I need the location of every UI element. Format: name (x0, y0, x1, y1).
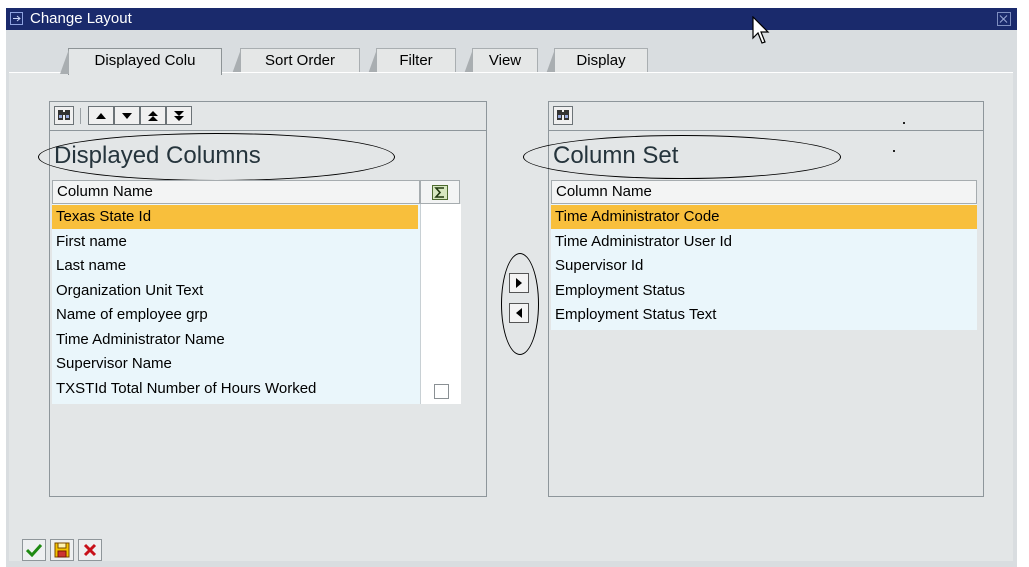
tab-content: Displayed Columns Column Name Texas Stat… (9, 72, 1013, 561)
displayed-columns-table: Column Name Texas State Id First name La… (52, 180, 461, 404)
tab-label: Filter (399, 52, 433, 69)
table-row[interactable]: Supervisor Name (52, 352, 418, 376)
table-row[interactable]: Employment Status (551, 279, 977, 303)
total-checkbox[interactable] (434, 384, 449, 399)
window-title: Change Layout (30, 10, 132, 27)
table-row[interactable]: Texas State Id (52, 205, 418, 229)
tab-label: Displayed Colu (94, 52, 196, 69)
sigma-icon[interactable] (420, 180, 460, 204)
sum-column (420, 204, 461, 404)
table-row[interactable]: TXSTId Total Number of Hours Worked (52, 377, 418, 401)
tab-label: View (488, 52, 522, 69)
find-icon[interactable] (553, 106, 573, 125)
tab-displayed-columns[interactable]: Displayed Colu (60, 48, 222, 75)
window-titlebar: Change Layout (6, 8, 1017, 30)
close-icon[interactable] (997, 12, 1011, 26)
toolbar-separator (80, 108, 81, 124)
move-up-icon[interactable] (88, 106, 114, 125)
table-row[interactable]: Organization Unit Text (52, 279, 418, 303)
move-top-icon[interactable] (140, 106, 166, 125)
tab-sort-order[interactable]: Sort Order (232, 48, 360, 74)
window-icon (10, 12, 23, 25)
move-down-icon[interactable] (114, 106, 140, 125)
mouse-cursor-icon (752, 16, 770, 44)
table-row[interactable]: Employment Status Text (551, 303, 977, 327)
confirm-icon[interactable] (22, 539, 46, 561)
decorative-dot (903, 122, 905, 124)
find-icon[interactable] (54, 106, 74, 125)
left-toolbar (50, 102, 486, 131)
tab-view[interactable]: View (464, 48, 538, 74)
column-set-table: Column Name Time Administrator Code Time… (551, 180, 977, 330)
table-row[interactable]: Time Administrator User Id (551, 230, 977, 254)
table-row[interactable]: Name of employee grp (52, 303, 418, 327)
displayed-columns-panel: Displayed Columns Column Name Texas Stat… (38, 101, 487, 497)
table-row[interactable]: Last name (52, 254, 418, 278)
table-row[interactable]: Supervisor Id (551, 254, 977, 278)
tab-label: Sort Order (264, 52, 336, 69)
table-row[interactable]: Time Administrator Code (551, 205, 977, 229)
table-body: Time Administrator Code Time Administrat… (551, 204, 977, 330)
move-bottom-icon[interactable] (166, 106, 192, 125)
table-row[interactable]: Time Administrator Name (52, 328, 418, 352)
move-right-to-left-icon[interactable] (509, 303, 529, 323)
tab-display[interactable]: Display (546, 48, 648, 74)
right-toolbar (549, 102, 983, 131)
annotation-ellipse (523, 135, 841, 179)
column-header[interactable]: Column Name (52, 180, 420, 204)
table-row[interactable]: First name (52, 230, 418, 254)
change-layout-dialog: Displayed Colu Sort Order Filter View Di… (6, 30, 1017, 567)
move-left-to-right-icon[interactable] (509, 273, 529, 293)
annotation-ellipse (38, 133, 395, 181)
column-set-panel: Column Set Column Name Time Administrato… (523, 101, 984, 497)
tab-label: Display (576, 52, 626, 69)
table-body: Texas State Id First name Last name Orga… (52, 204, 420, 404)
cancel-icon[interactable] (78, 539, 102, 561)
tab-filter[interactable]: Filter (368, 48, 456, 74)
column-header[interactable]: Column Name (551, 180, 977, 204)
decorative-dot (893, 150, 895, 152)
save-layout-icon[interactable] (50, 539, 74, 561)
